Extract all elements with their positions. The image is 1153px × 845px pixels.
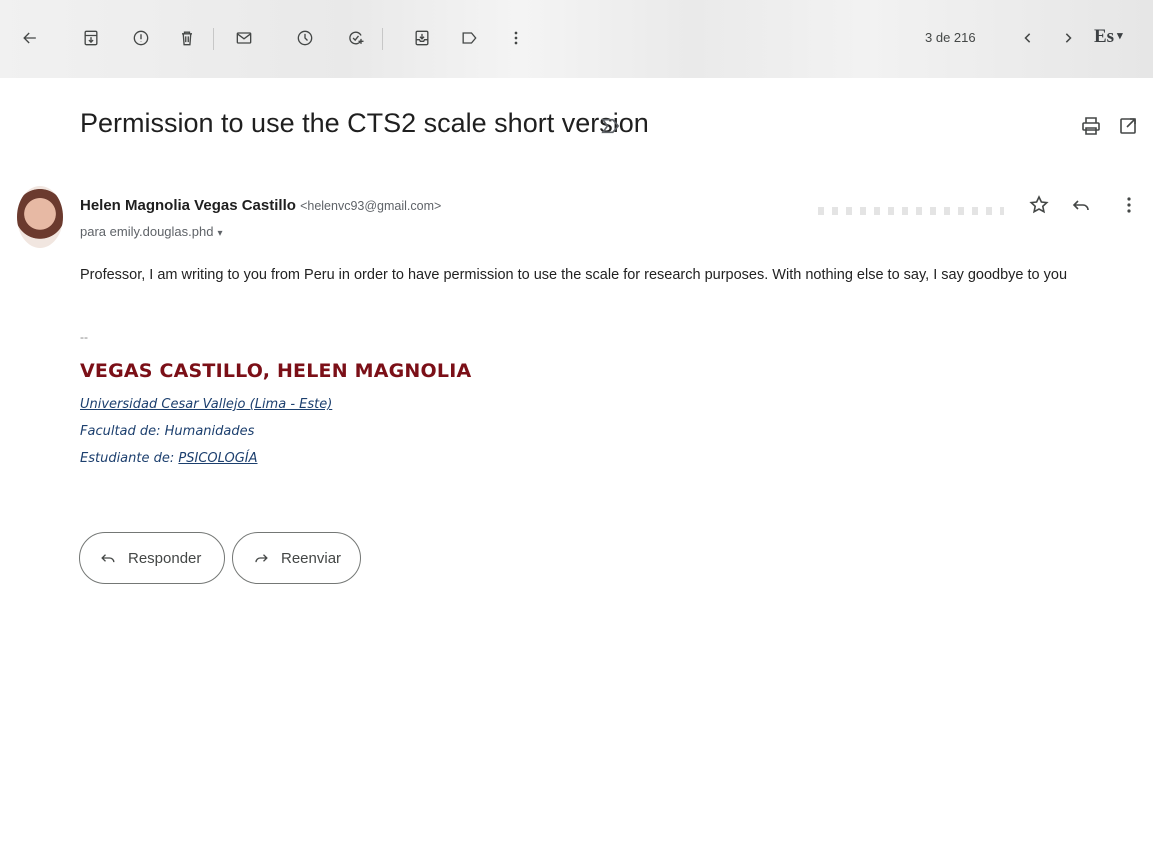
language-selector[interactable]: Es ▾ — [1094, 26, 1123, 48]
signature-student-prefix: Estudiante de: — [80, 451, 179, 466]
signature-faculty: Facultad de: Humanidades — [80, 424, 255, 439]
recipient-dropdown[interactable]: para emily.douglas.phd ▾ — [80, 224, 222, 239]
clock-icon[interactable] — [289, 22, 321, 54]
important-label-icon[interactable] — [600, 117, 622, 135]
toolbar-separator — [213, 28, 214, 50]
chevron-down-icon: ▾ — [217, 228, 223, 239]
reply-icon — [101, 554, 115, 563]
recipient-label: para emily.douglas.phd — [80, 224, 214, 239]
signature-student: Estudiante de: PSICOLOGÍA — [80, 451, 258, 466]
archive-icon[interactable] — [75, 22, 107, 54]
sender-email: <helenvc93@gmail.com> — [300, 199, 442, 213]
language-label: Es — [1094, 26, 1115, 47]
reply-button[interactable]: Responder — [79, 532, 225, 584]
toolbar: 3 de 216 Es ▾ — [0, 0, 1153, 78]
redacted-date — [818, 207, 1004, 215]
chevron-down-icon: ▾ — [1117, 30, 1123, 42]
avatar[interactable] — [17, 186, 63, 248]
signature-name: VEGAS CASTILLO, HELEN MAGNOLIA — [80, 360, 472, 382]
forward-button-label: Reenviar — [281, 549, 342, 567]
pager-count: 3 de 216 — [925, 30, 976, 45]
label-icon[interactable] — [453, 22, 485, 54]
chevron-left-icon[interactable] — [1012, 22, 1044, 54]
more-vertical-icon[interactable] — [500, 22, 532, 54]
email-subject: Permission to use the CTS2 scale short v… — [80, 108, 649, 138]
signature-university-link[interactable]: Universidad Cesar Vallejo (Lima - Este) — [80, 397, 332, 412]
print-icon[interactable] — [1079, 114, 1103, 138]
forward-icon — [255, 554, 268, 563]
signature-field-link[interactable]: PSICOLOGÍA — [178, 451, 257, 466]
forward-button[interactable]: Reenviar — [232, 532, 361, 584]
star-icon[interactable] — [1027, 193, 1051, 217]
email-body: Professor, I am writing to you from Peru… — [80, 267, 1068, 283]
trash-icon[interactable] — [171, 22, 203, 54]
envelope-icon[interactable] — [228, 22, 260, 54]
add-task-icon[interactable] — [340, 22, 372, 54]
chevron-right-icon[interactable] — [1052, 22, 1084, 54]
more-vertical-icon[interactable] — [1117, 193, 1141, 217]
reply-icon[interactable] — [1069, 193, 1093, 217]
sender-name[interactable]: Helen Magnolia Vegas Castillo — [80, 197, 296, 214]
reply-button-label: Responder — [128, 549, 202, 567]
report-spam-icon[interactable] — [125, 22, 157, 54]
toolbar-separator — [382, 28, 383, 50]
open-in-new-window-icon[interactable] — [1116, 114, 1140, 138]
signature-separator: -- — [80, 330, 88, 344]
sender-info: Helen Magnolia Vegas Castillo <helenvc93… — [80, 197, 441, 214]
move-to-inbox-icon[interactable] — [406, 22, 438, 54]
arrow-left-icon[interactable] — [14, 22, 46, 54]
